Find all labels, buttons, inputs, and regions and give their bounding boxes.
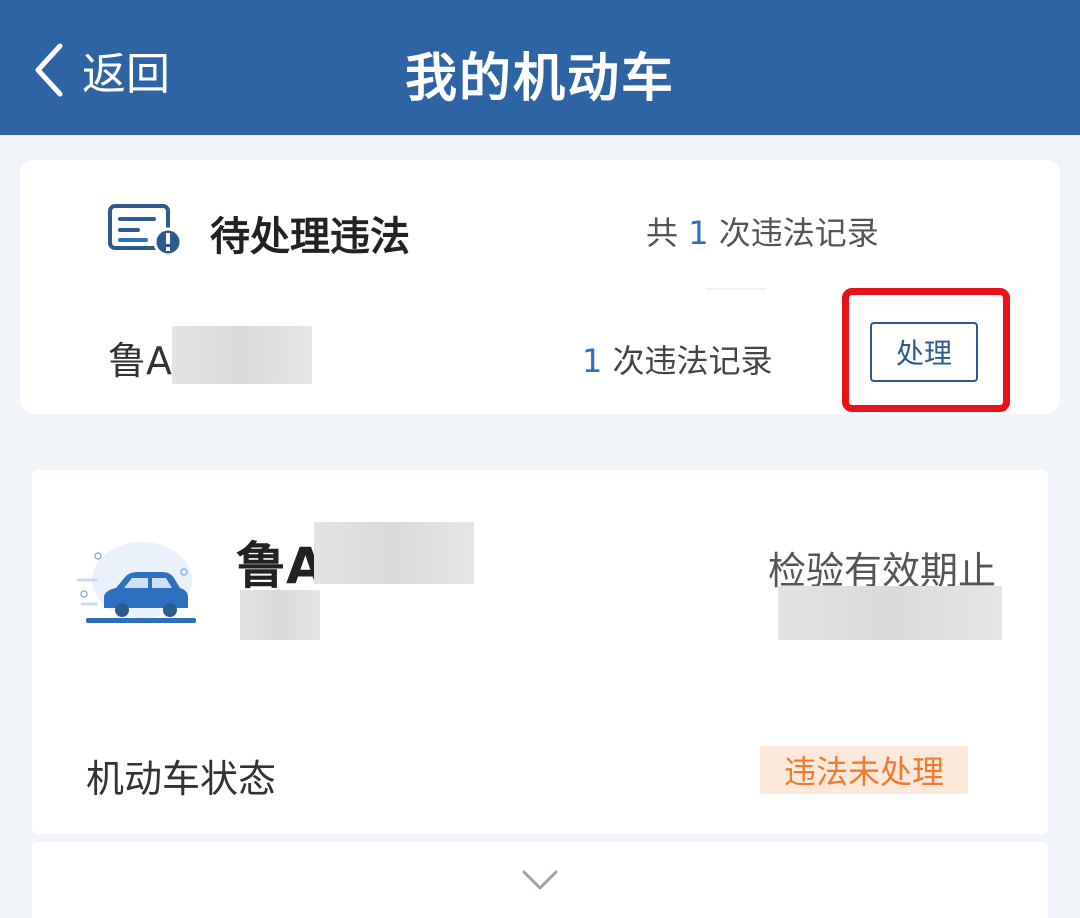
- highlight-box: [842, 288, 1010, 412]
- violation-plate: 鲁A: [108, 339, 172, 383]
- vehicle-status-label: 机动车状态: [86, 757, 277, 801]
- chevron-down-icon[interactable]: [520, 868, 560, 892]
- vehicle-type-redaction: [240, 590, 320, 640]
- page-title: 我的机动车: [404, 49, 675, 109]
- violation-row-count: 1 次违法记录: [582, 336, 773, 382]
- pending-violations-title: 待处理违法: [210, 214, 410, 260]
- vehicle-plate: 鲁A: [236, 537, 325, 595]
- car-icon: [76, 542, 196, 623]
- inspection-date-redaction: [778, 586, 1002, 640]
- vehicle-card[interactable]: 鲁A 检验有效期止 机动车状态 违法未处理: [32, 470, 1048, 834]
- expand-section: [32, 842, 1048, 918]
- divider: [706, 288, 766, 290]
- top-nav-bar: 返回 我的机动车: [0, 0, 1080, 135]
- document-alert-icon: [108, 204, 182, 257]
- pending-violations-card: 待处理违法 共 1 次违法记录 鲁A 1 次违法记录 处理: [20, 160, 1060, 414]
- total-count: 1: [688, 214, 709, 252]
- total-prefix: 共: [646, 214, 679, 252]
- total-suffix: 次违法记录: [718, 214, 879, 252]
- plate-redaction: [172, 326, 312, 384]
- vehicle-plate-redaction: [314, 522, 474, 584]
- row-count-suffix: 次违法记录: [612, 342, 773, 380]
- violation-total: 共 1 次违法记录: [646, 208, 879, 254]
- row-count: 1: [582, 342, 603, 380]
- status-badge: 违法未处理: [760, 746, 968, 794]
